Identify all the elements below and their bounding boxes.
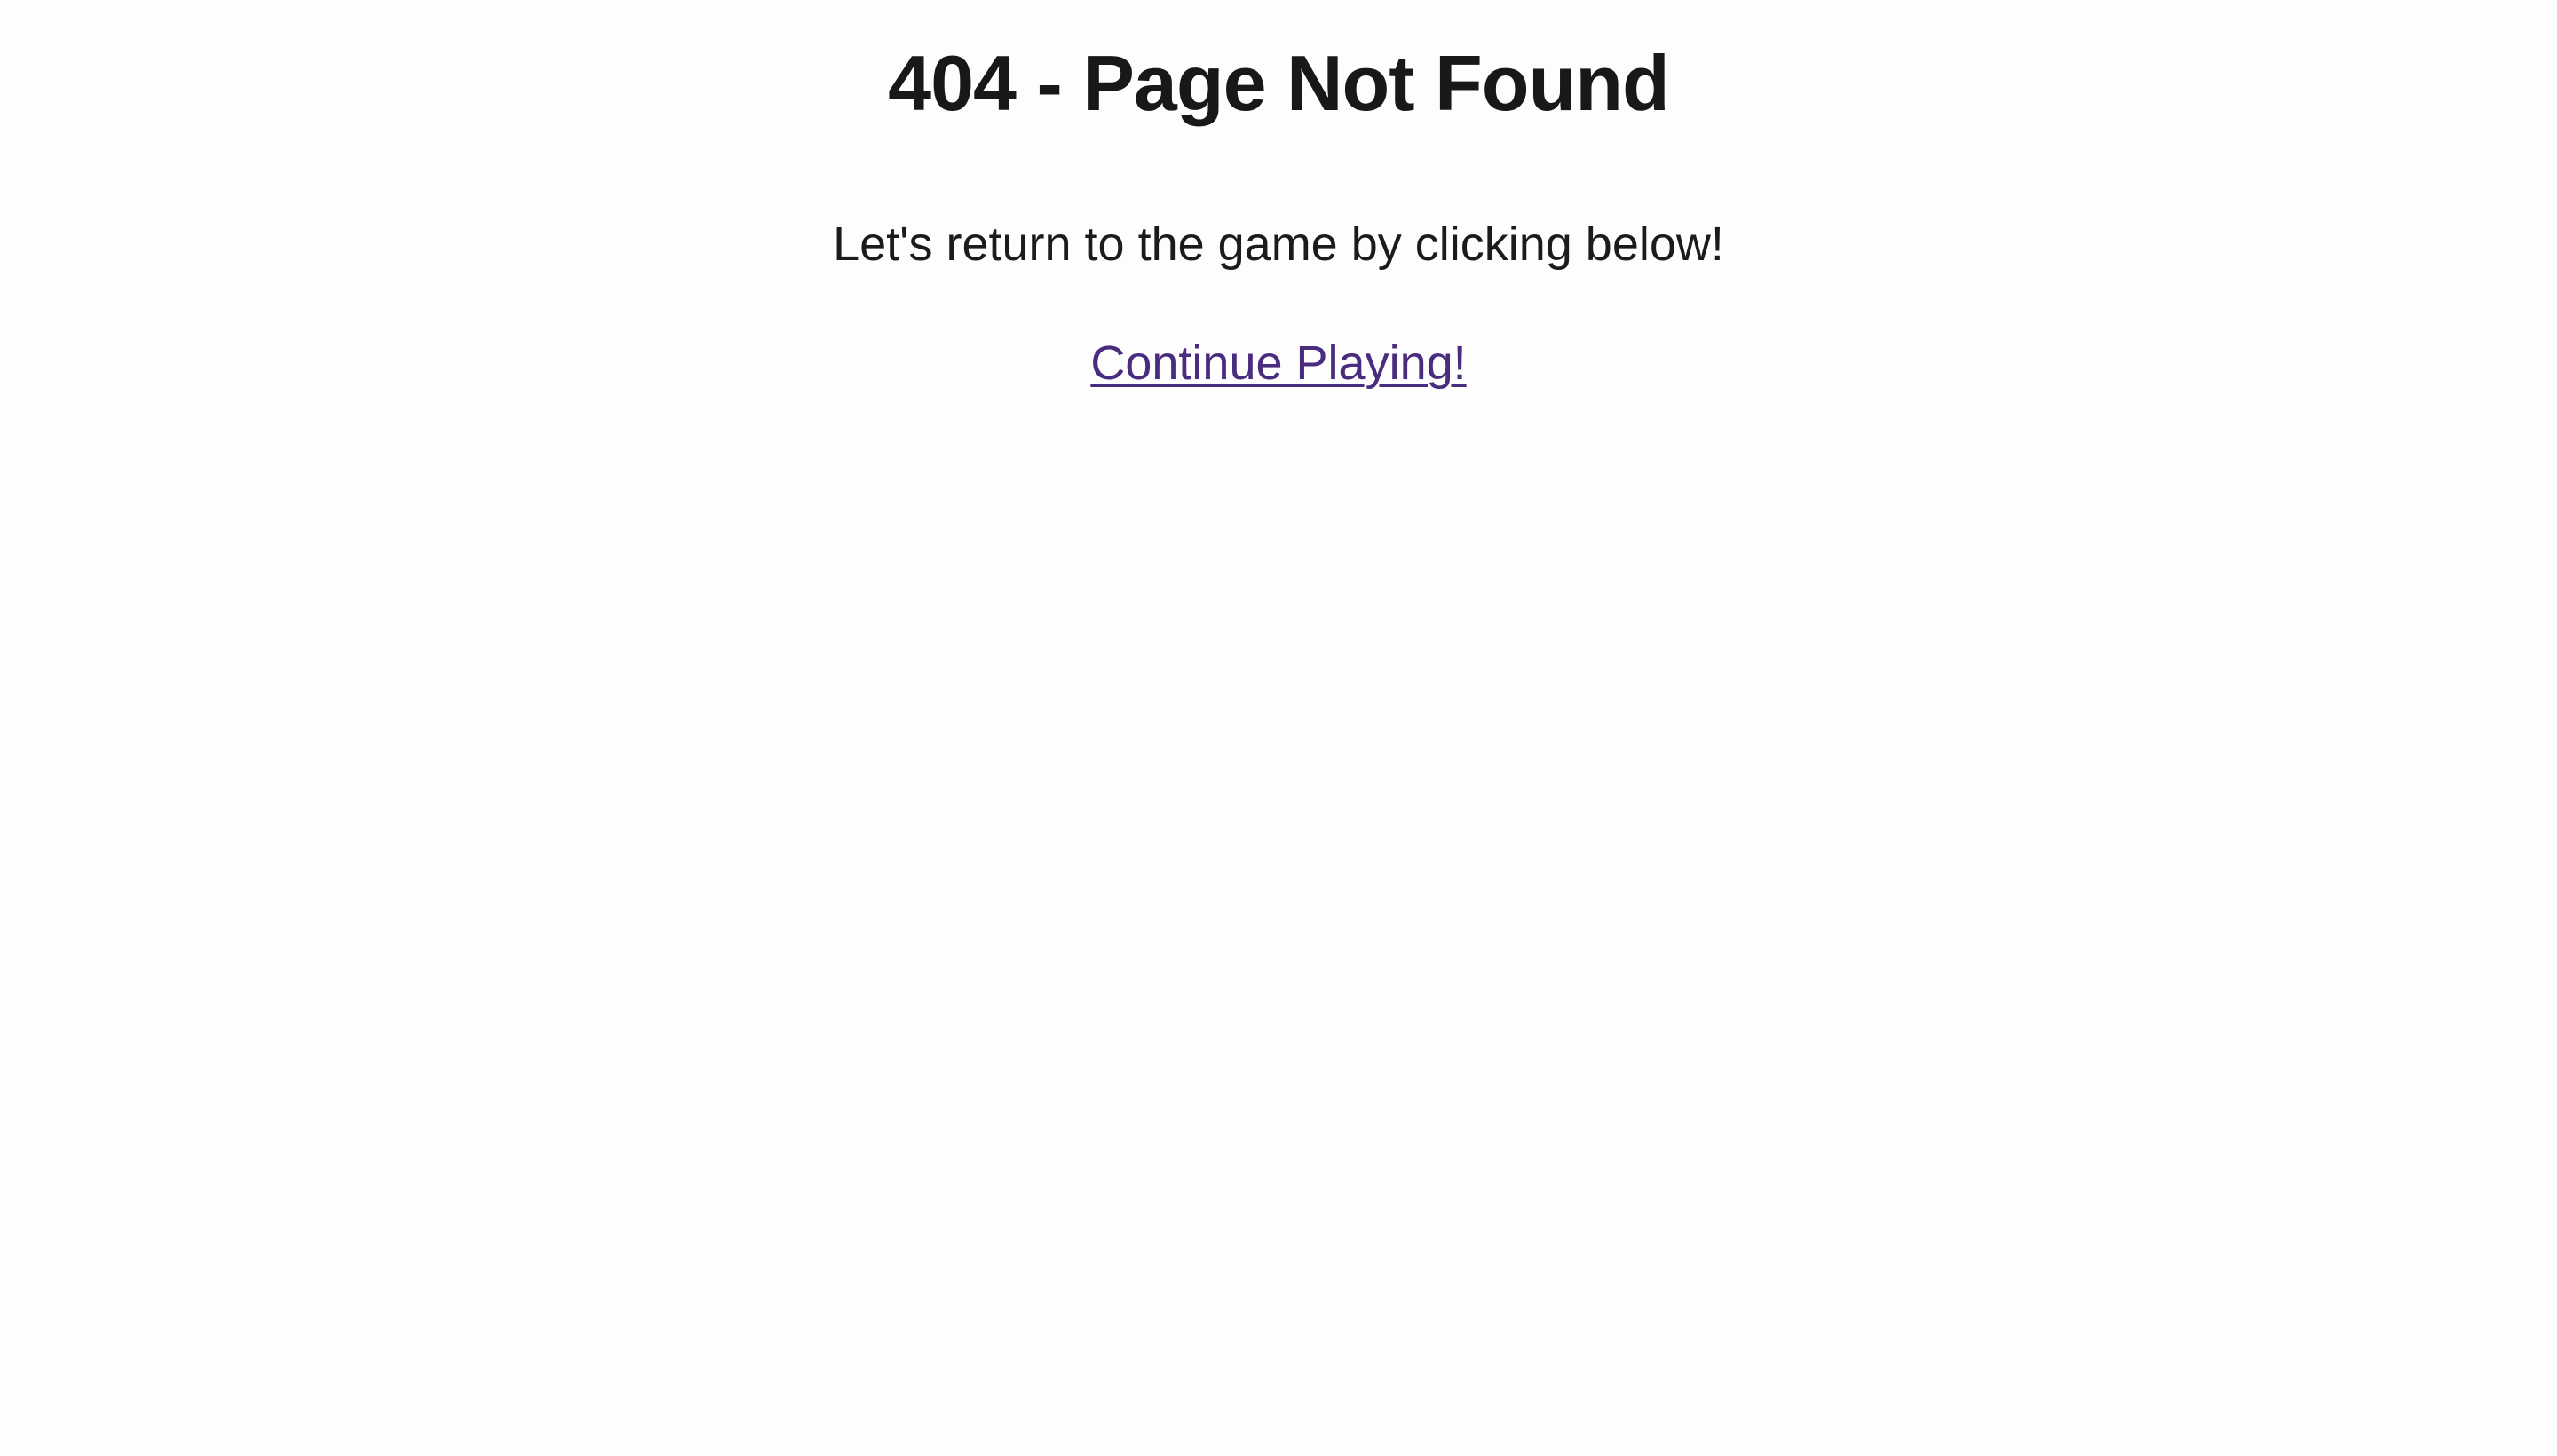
continue-link-container: Continue Playing! xyxy=(0,332,2557,394)
continue-playing-link[interactable]: Continue Playing! xyxy=(1090,336,1466,390)
return-message: Let's return to the game by clicking bel… xyxy=(833,218,1724,271)
not-found-page: 404 - Page Not Found Let's return to the… xyxy=(0,0,2557,1456)
page-title: 404 - Page Not Found xyxy=(888,39,1670,127)
